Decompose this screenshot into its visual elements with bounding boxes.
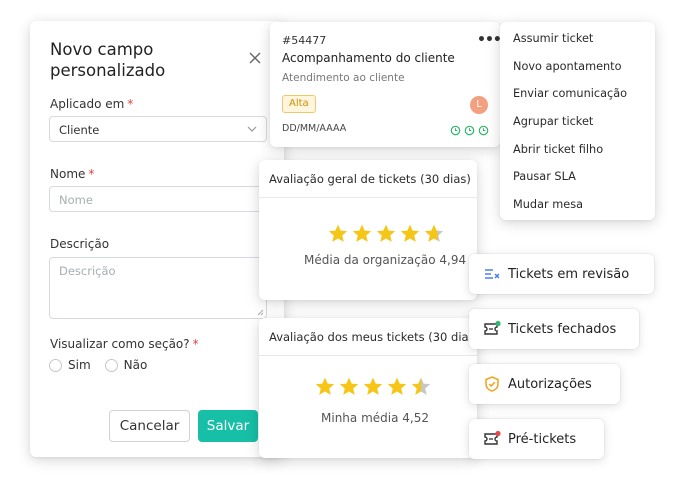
name-input[interactable]: Nome	[49, 186, 267, 212]
sla-clock-icon	[450, 125, 461, 136]
menu-item-pausar-sla[interactable]: Pausar SLA	[500, 169, 655, 197]
resize-handle-icon[interactable]	[257, 309, 264, 316]
custom-field-modal: Novo campo personalizado Aplicado em * Cl…	[30, 21, 284, 457]
pre-tickets-pill[interactable]: Pré-tickets	[469, 419, 604, 459]
review-list-icon	[485, 269, 500, 279]
menu-item-mudar-mesa[interactable]: Mudar mesa	[500, 197, 655, 225]
ticket-subtitle: Atendimento ao cliente	[282, 72, 405, 84]
more-options-icon[interactable]: •••	[477, 32, 502, 48]
my-rating-card: Avaliação dos meus tickets (30 dias) Min…	[259, 318, 477, 458]
applied-select[interactable]: Cliente	[49, 116, 267, 142]
star-icon	[315, 377, 335, 395]
star-icon	[387, 377, 407, 395]
description-label: Descrição	[50, 237, 110, 251]
star-icon	[352, 224, 372, 242]
ticket-title: Acompanhamento do cliente	[282, 51, 455, 65]
applied-label: Aplicado em *	[50, 97, 134, 111]
star-icon	[339, 377, 359, 395]
my-rating-average: Minha média 4,52	[321, 411, 429, 425]
radio-nao[interactable]	[104, 358, 118, 372]
pre-tickets-label: Pré-tickets	[508, 431, 577, 447]
modal-title: Novo campo personalizado	[50, 40, 166, 80]
menu-item-assumir-ticket[interactable]: Assumir ticket	[500, 31, 655, 59]
autorizacoes-pill[interactable]: Autorizações	[469, 364, 620, 404]
tickets-em-revisao-label: Tickets em revisão	[508, 266, 630, 282]
section-label: Visualizar como seção? *	[50, 337, 199, 351]
ticket-dot-icon	[484, 430, 501, 445]
radio-sim-label: Sim	[68, 358, 91, 372]
menu-item-enviar-comunicacao[interactable]: Enviar comunicação	[500, 86, 655, 114]
star-icon	[376, 224, 396, 242]
ticket-check-icon	[484, 320, 501, 335]
menu-item-abrir-ticket-filho[interactable]: Abrir ticket filho	[500, 142, 655, 170]
ticket-card[interactable]: #54477 ••• Acompanhamento do cliente Ate…	[270, 22, 502, 147]
sla-clock-icon	[478, 125, 489, 136]
save-button[interactable]: Salvar	[198, 410, 258, 442]
cancel-button[interactable]: Cancelar	[109, 410, 190, 442]
close-icon[interactable]	[248, 51, 262, 65]
org-rating-average: Média da organização 4,94	[304, 253, 467, 267]
org-rating-stars	[327, 223, 447, 245]
due-date: DD/MM/AAAA	[282, 123, 347, 134]
my-rating-stars	[314, 376, 434, 398]
my-rating-title: Avaliação dos meus tickets (30 dias)	[259, 318, 477, 356]
tickets-em-revisao-pill[interactable]: Tickets em revisão	[469, 254, 654, 294]
description-placeholder: Descrição	[59, 264, 116, 278]
ticket-id: #54477	[282, 34, 327, 47]
star-icon	[424, 224, 444, 242]
org-rating-title: Avaliação geral de tickets (30 dias)	[259, 160, 477, 198]
ticket-actions-menu: Assumir ticket Novo apontamento Enviar c…	[500, 22, 655, 220]
radio-nao-label: Não	[123, 358, 148, 372]
star-icon	[400, 224, 420, 242]
shield-check-icon	[485, 376, 499, 392]
tickets-fechados-pill[interactable]: Tickets fechados	[469, 309, 639, 349]
tickets-fechados-label: Tickets fechados	[508, 321, 617, 337]
menu-item-novo-apontamento[interactable]: Novo apontamento	[500, 59, 655, 87]
autorizacoes-label: Autorizações	[508, 376, 592, 392]
section-radio-group: Sim Não	[49, 358, 161, 372]
priority-badge: Alta	[282, 95, 316, 113]
name-placeholder: Nome	[59, 193, 93, 207]
name-label: Nome *	[50, 167, 95, 181]
star-icon	[328, 224, 348, 242]
menu-item-agrupar-ticket[interactable]: Agrupar ticket	[500, 114, 655, 142]
org-rating-card: Avaliação geral de tickets (30 dias) Méd…	[259, 160, 477, 300]
star-icon	[411, 377, 431, 395]
chevron-down-icon	[247, 126, 257, 132]
sla-clock-icon	[464, 125, 475, 136]
radio-sim[interactable]	[49, 358, 62, 372]
avatar: L	[470, 96, 488, 114]
description-textarea[interactable]: Descrição	[49, 257, 267, 319]
star-icon	[363, 377, 383, 395]
applied-value: Cliente	[59, 123, 100, 137]
